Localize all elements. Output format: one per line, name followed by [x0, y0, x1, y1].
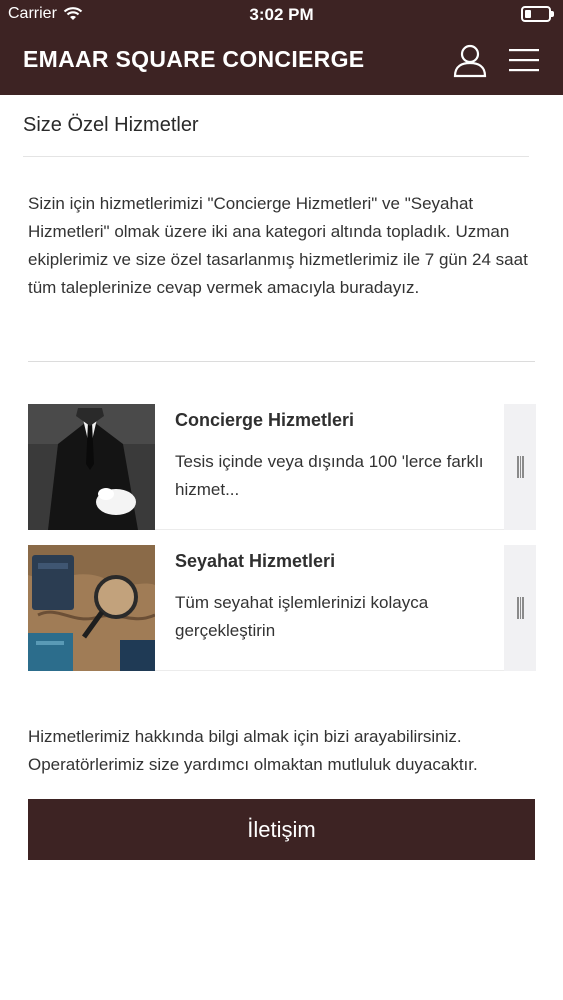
app-title: EMAAR SQUARE CONCIERGE	[23, 46, 365, 72]
page-title: Size Özel Hizmetler	[23, 114, 199, 136]
status-bar: Carrier 3:02 PM	[0, 0, 563, 30]
profile-button[interactable]	[450, 40, 490, 80]
service-card-travel[interactable]: Seyahat Hizmetleri Tüm seyahat işlemleri…	[28, 545, 536, 671]
app-header: Carrier 3:02 PM EMAAR SQUARE CONCIERGE	[0, 0, 563, 95]
service-description: Tesis içinde veya dışında 100 'lerce far…	[175, 452, 484, 499]
service-card-concierge[interactable]: Concierge Hizmetleri Tesis içinde veya d…	[28, 404, 536, 530]
butler-image	[28, 404, 155, 530]
intro-text: Sizin için hizmetlerimizi "Concierge Hiz…	[28, 194, 528, 297]
travel-image	[28, 545, 155, 671]
divider	[23, 156, 529, 157]
drag-handle-icon[interactable]	[504, 545, 536, 671]
battery-icon	[521, 6, 554, 22]
user-icon	[453, 44, 487, 78]
drag-handle-icon[interactable]	[504, 404, 536, 530]
service-title: Concierge Hizmetleri	[175, 410, 355, 430]
service-title: Seyahat Hizmetleri	[175, 551, 336, 571]
menu-icon	[509, 49, 539, 72]
divider	[28, 361, 535, 362]
contact-info-text: Hizmetlerimiz hakkında bilgi almak için …	[28, 727, 478, 774]
contact-button[interactable]: İletişim	[28, 799, 535, 860]
menu-button[interactable]	[504, 40, 544, 80]
clock: 3:02 PM	[249, 5, 314, 24]
service-description: Tüm seyahat işlemlerinizi kolayca gerçek…	[175, 593, 429, 640]
